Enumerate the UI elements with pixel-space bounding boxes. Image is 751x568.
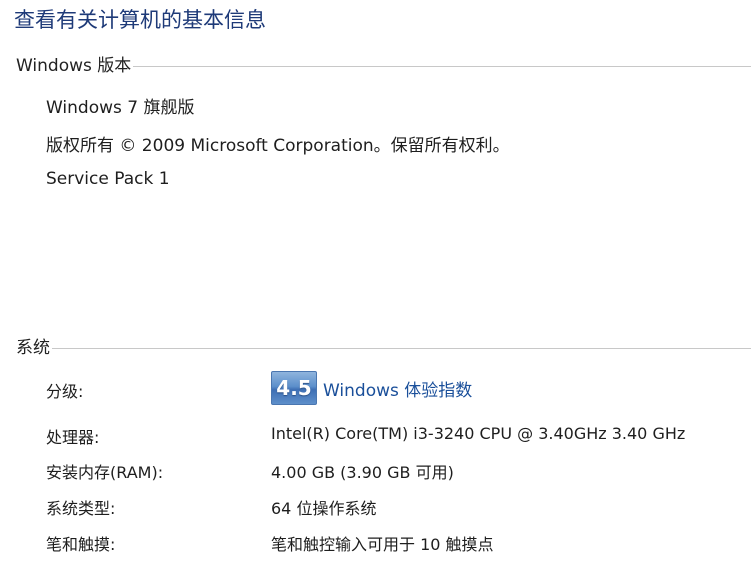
windows-edition-header-label: Windows 版本 [16, 55, 132, 76]
experience-score-badge-icon[interactable]: 4.5 [271, 371, 317, 405]
page-title: 查看有关计算机的基本信息 [14, 8, 266, 32]
processor-value: Intel(R) Core(TM) i3-3240 CPU @ 3.40GHz … [271, 424, 686, 443]
pen-touch-value: 笔和触控输入可用于 10 触摸点 [271, 535, 494, 554]
system-header-label: 系统 [16, 337, 50, 358]
windows-edition-divider [133, 65, 751, 67]
system-header: 系统 [16, 334, 751, 358]
system-type-value: 64 位操作系统 [271, 499, 377, 518]
memory-label: 安装内存(RAM): [46, 463, 164, 482]
edition-name: Windows 7 旗舰版 [46, 98, 195, 118]
service-pack: Service Pack 1 [46, 169, 170, 189]
copyright-text: 版权所有 © 2009 Microsoft Corporation。保留所有权利… [46, 136, 510, 156]
experience-index-link[interactable]: Windows 体验指数 [323, 376, 472, 401]
memory-value: 4.00 GB (3.90 GB 可用) [271, 463, 454, 482]
rating-label: 分级: [46, 382, 84, 401]
processor-label: 处理器: [46, 428, 100, 447]
windows-edition-header: Windows 版本 [16, 52, 751, 76]
system-divider [52, 347, 751, 349]
pen-touch-label: 笔和触摸: [46, 535, 116, 554]
experience-index-rating: 4.5 Windows 体验指数 [271, 371, 472, 405]
system-type-label: 系统类型: [46, 499, 116, 518]
